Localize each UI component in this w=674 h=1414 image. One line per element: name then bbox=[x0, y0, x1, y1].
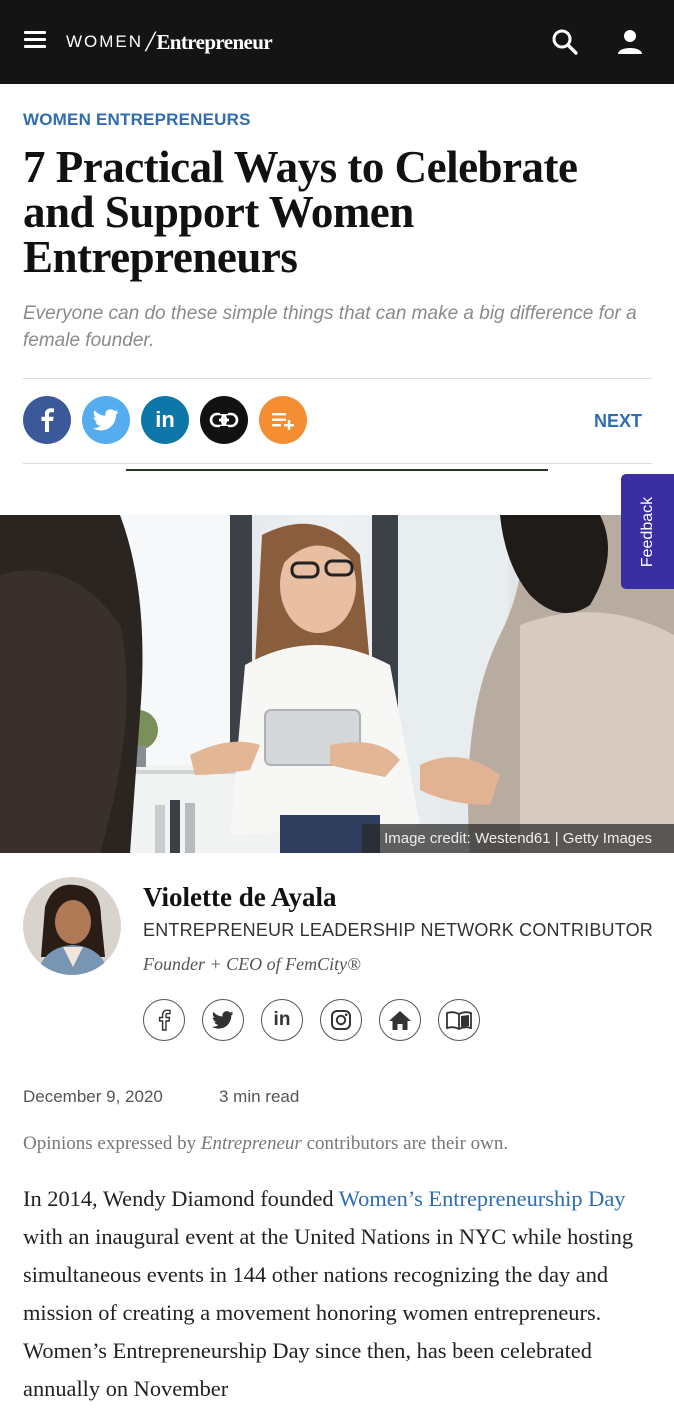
author-linkedin-link[interactable]: in bbox=[261, 999, 303, 1041]
linkedin-share-button[interactable]: in bbox=[141, 396, 189, 444]
feedback-tab[interactable]: Feedback bbox=[621, 474, 674, 589]
image-credit: Image credit: Westend61 | Getty Images bbox=[362, 824, 674, 853]
top-nav-bar: WOMEN / Entrepreneur bbox=[0, 0, 674, 84]
article-body-paragraph: In 2014, Wendy Diamond founded Women’s E… bbox=[23, 1180, 653, 1408]
linkedin-icon: in bbox=[273, 1009, 291, 1030]
hero-image: Image credit: Westend61 | Getty Images bbox=[0, 515, 674, 853]
menu-icon[interactable] bbox=[24, 31, 46, 49]
category-kicker[interactable]: WOMEN ENTREPRENEURS bbox=[23, 110, 251, 130]
facebook-icon bbox=[158, 1009, 171, 1031]
divider bbox=[23, 463, 652, 464]
divider bbox=[23, 378, 652, 379]
facebook-share-button[interactable] bbox=[23, 396, 71, 444]
opinion-post: contributors are their own. bbox=[301, 1133, 509, 1154]
author-book-link[interactable] bbox=[438, 999, 480, 1041]
author-portrait bbox=[23, 877, 121, 975]
read-time: 3 min read bbox=[219, 1087, 300, 1106]
body-text-post: with an inaugural event at the United Na… bbox=[23, 1224, 634, 1401]
office-meeting-illustration bbox=[0, 515, 674, 853]
author-social-links: in bbox=[143, 999, 480, 1041]
logo-slash: / bbox=[146, 25, 155, 58]
next-article-link[interactable]: NEXT bbox=[594, 411, 642, 432]
opinion-brand: Entrepreneur bbox=[200, 1133, 302, 1154]
opinion-pre: Opinions expressed by bbox=[23, 1133, 201, 1154]
author-role: ENTREPRENEUR LEADERSHIP NETWORK CONTRIBU… bbox=[143, 920, 653, 940]
user-icon[interactable] bbox=[617, 29, 643, 55]
author-title: Founder + CEO of FemCity® bbox=[143, 954, 361, 974]
author-facebook-link[interactable] bbox=[143, 999, 185, 1041]
feedback-label: Feedback bbox=[638, 496, 656, 567]
home-icon bbox=[389, 1011, 411, 1030]
opinion-disclaimer: Opinions expressed by Entrepreneur contr… bbox=[23, 1133, 508, 1155]
book-icon bbox=[446, 1011, 472, 1030]
publish-date: December 9, 2020 bbox=[23, 1087, 163, 1106]
link-icon bbox=[209, 412, 239, 428]
search-icon[interactable] bbox=[551, 28, 579, 56]
womens-entrepreneurship-day-link[interactable]: Women’s Entrepreneurship Day bbox=[339, 1186, 626, 1211]
logo-women-text: WOMEN bbox=[66, 32, 144, 51]
instagram-icon bbox=[331, 1010, 351, 1030]
twitter-icon bbox=[212, 1011, 234, 1029]
facebook-icon bbox=[41, 408, 54, 432]
author-instagram-link[interactable] bbox=[320, 999, 362, 1041]
author-name[interactable]: Violette de Ayala bbox=[143, 882, 336, 913]
author-twitter-link[interactable] bbox=[202, 999, 244, 1041]
linkedin-icon: in bbox=[155, 407, 175, 432]
share-buttons: in bbox=[23, 396, 307, 444]
site-logo[interactable]: WOMEN / Entrepreneur bbox=[66, 25, 273, 58]
progress-line bbox=[126, 469, 548, 471]
add-to-list-icon bbox=[272, 413, 294, 430]
article-headline: 7 Practical Ways to Celebrate and Suppor… bbox=[23, 142, 578, 282]
twitter-share-button[interactable] bbox=[82, 396, 130, 444]
author-website-link[interactable] bbox=[379, 999, 421, 1041]
add-to-list-button[interactable] bbox=[259, 396, 307, 444]
body-text-pre: In 2014, Wendy Diamond founded bbox=[23, 1186, 339, 1211]
twitter-icon bbox=[93, 409, 119, 431]
copy-link-button[interactable] bbox=[200, 396, 248, 444]
logo-brand-text: Entrepreneur bbox=[156, 29, 273, 54]
author-avatar[interactable] bbox=[23, 877, 121, 975]
article-dek: Everyone can do these simple things that… bbox=[23, 303, 637, 351]
